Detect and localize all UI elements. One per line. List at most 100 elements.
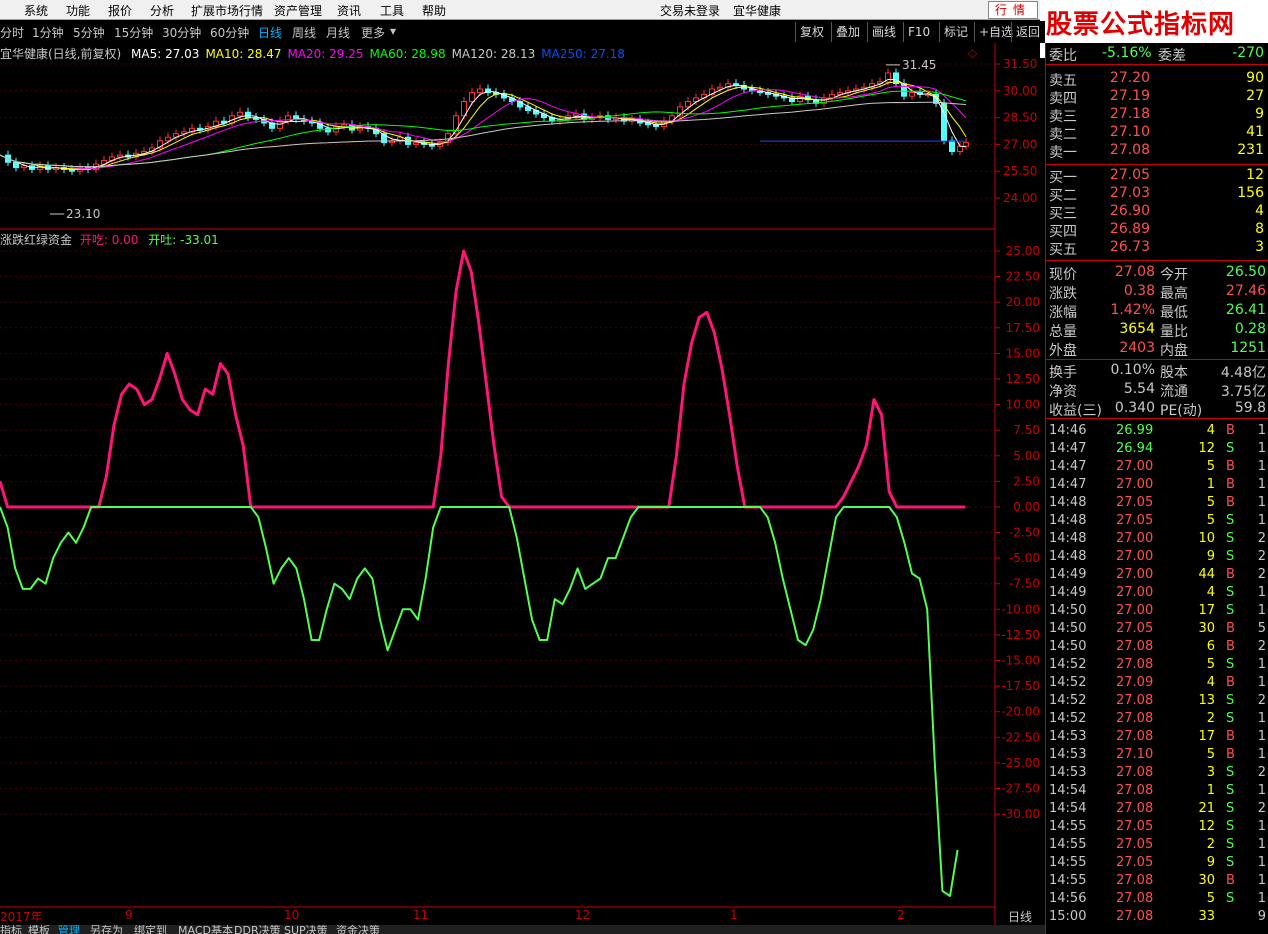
tick-time: 14:52 <box>1049 657 1087 672</box>
quote-label: 最高 <box>1160 286 1188 302</box>
orderbook-row[interactable]: 买一 27.05 12 <box>1046 167 1268 186</box>
tick-price: 27.08 <box>1116 783 1154 798</box>
tick-volume: 13 <box>1198 693 1215 708</box>
ma-legend-item: MA60: 28.98 <box>369 47 446 61</box>
indicator-y-tick-label: 0.00 <box>1013 500 1040 514</box>
orderbook-price: 27.03 <box>1109 185 1150 201</box>
kline-y-tick-label: 27.00 <box>1003 137 1037 151</box>
diamond-icon[interactable]: ◇ <box>968 46 978 60</box>
tick-side: S <box>1226 819 1235 834</box>
tick-price: 27.08 <box>1116 657 1154 672</box>
indicator-y-tick-label: -5.00 <box>1009 551 1040 565</box>
tick-count: 1 <box>1257 459 1266 474</box>
orderbook-volume: 8 <box>1255 221 1264 237</box>
tick-row: 14:55 27.08 30 B 1 <box>1046 873 1268 891</box>
indicator-y-tick-label: -2.50 <box>1009 526 1040 540</box>
tab-manage[interactable]: 管理 <box>58 925 80 934</box>
quote-label: 外盘 <box>1049 343 1077 359</box>
tick-row: 14:52 27.09 4 B 1 <box>1046 675 1268 693</box>
x-label: 2017年 <box>0 910 43 924</box>
tick-count: 1 <box>1257 657 1266 672</box>
quote-label: 收益(三) <box>1049 403 1102 419</box>
tick-count: 1 <box>1257 747 1266 762</box>
tick-volume: 2 <box>1206 837 1215 852</box>
tick-volume: 6 <box>1206 639 1215 654</box>
orderbook-label: 买二 <box>1049 188 1077 204</box>
tab-macd[interactable]: MACD基本 <box>178 925 233 934</box>
tick-price: 27.00 <box>1116 549 1154 564</box>
indicator-y-tick-label: 22.50 <box>1006 270 1040 284</box>
tab-save-as[interactable]: 另存为 <box>90 925 123 934</box>
tab-fund[interactable]: 资金决策 <box>336 925 380 934</box>
tick-price: 27.08 <box>1116 891 1154 906</box>
tick-price: 27.05 <box>1116 495 1154 510</box>
tick-time: 14:47 <box>1049 441 1087 456</box>
tick-side: S <box>1226 783 1235 798</box>
ma-line <box>0 81 967 170</box>
candle-body <box>949 140 955 153</box>
tick-row: 14:48 27.00 10 S 2 <box>1046 531 1268 549</box>
candlesticks <box>5 68 969 175</box>
orderbook-row[interactable]: 买三 26.90 4 <box>1046 203 1268 222</box>
orderbook-row[interactable]: 买四 26.89 8 <box>1046 221 1268 240</box>
tick-count: 1 <box>1257 675 1266 690</box>
orderbook-price: 26.90 <box>1109 203 1150 219</box>
quote-value: 1251 <box>1230 340 1266 356</box>
tick-time: 14:54 <box>1049 801 1087 816</box>
indicator-y-tick-label: 25.00 <box>1006 244 1040 258</box>
orderbook-row[interactable]: 卖四 27.19 27 <box>1046 88 1268 107</box>
x-label: 10 <box>284 908 300 922</box>
quote-panel: 委比 -5.16% 委差 -270 卖五 27.20 90 卖四 27.19 27 卖三 27… <box>1045 43 1268 934</box>
indicator-param-sell: 开吐: -33.01 <box>148 233 219 247</box>
green-fund-line <box>0 506 959 897</box>
indicator-y-tick-label: 17.50 <box>1006 321 1040 335</box>
x-label: 2 <box>897 908 905 922</box>
tab-ddr[interactable]: DDR决策 <box>234 925 281 934</box>
tick-time: 14:46 <box>1049 423 1087 438</box>
indicator-y-tick-label: -20.00 <box>1001 705 1040 719</box>
indicator-y-tick-label: -22.50 <box>1001 730 1040 744</box>
tick-side: S <box>1226 891 1235 906</box>
tick-price: 27.00 <box>1116 585 1154 600</box>
tick-row: 14:49 27.00 44 B 2 <box>1046 567 1268 585</box>
period-daily-button[interactable]: 日线 <box>998 908 1042 924</box>
candle-body <box>237 111 243 117</box>
tick-side: B <box>1226 477 1235 492</box>
orderbook-row[interactable]: 买二 27.03 156 <box>1046 185 1268 204</box>
tick-price: 27.08 <box>1116 765 1154 780</box>
tick-time: 14:48 <box>1049 531 1087 546</box>
quote-row: 净资 5.54 流通 3.75亿 <box>1046 381 1268 400</box>
tick-count: 2 <box>1257 531 1266 546</box>
orderbook-price: 27.05 <box>1109 167 1150 183</box>
ma-legend-item: MA120: 28.13 <box>451 47 536 61</box>
tick-time: 14:48 <box>1049 513 1087 528</box>
tick-volume: 1 <box>1206 477 1215 492</box>
tick-side: B <box>1226 495 1235 510</box>
quote-label: 今开 <box>1160 267 1188 283</box>
candle-body <box>469 92 475 103</box>
tick-volume: 5 <box>1206 891 1215 906</box>
tab-template[interactable]: 模板 <box>28 925 50 934</box>
tick-price: 27.08 <box>1116 711 1154 726</box>
orderbook-row[interactable]: 卖一 27.08 231 <box>1046 142 1268 161</box>
kline-grid <box>0 63 995 199</box>
orderbook-row[interactable]: 卖五 27.20 90 <box>1046 70 1268 89</box>
quote-label: 净资 <box>1049 384 1077 400</box>
tick-time: 14:55 <box>1049 837 1087 852</box>
tab-indicator[interactable]: 指标 <box>0 925 22 934</box>
orderbook-row[interactable]: 卖二 27.10 41 <box>1046 124 1268 143</box>
tick-price: 27.08 <box>1116 729 1154 744</box>
tick-price: 27.05 <box>1116 819 1154 834</box>
tab-sup[interactable]: SUP决策 <box>284 925 328 934</box>
tab-bind[interactable]: 绑定到 <box>134 925 167 934</box>
tick-price: 27.08 <box>1116 873 1154 888</box>
orderbook-row[interactable]: 卖三 27.18 9 <box>1046 106 1268 125</box>
tick-row: 14:47 26.94 12 S 1 <box>1046 441 1268 459</box>
tick-volume: 12 <box>1198 819 1215 834</box>
low-price-label: 23.10 <box>66 207 100 221</box>
tick-price: 27.00 <box>1116 567 1154 582</box>
tick-price: 27.00 <box>1116 531 1154 546</box>
indicator-y-tick-label: 5.00 <box>1013 449 1040 463</box>
tick-row: 14:52 27.08 13 S 2 <box>1046 693 1268 711</box>
orderbook-row[interactable]: 买五 26.73 3 <box>1046 239 1268 258</box>
